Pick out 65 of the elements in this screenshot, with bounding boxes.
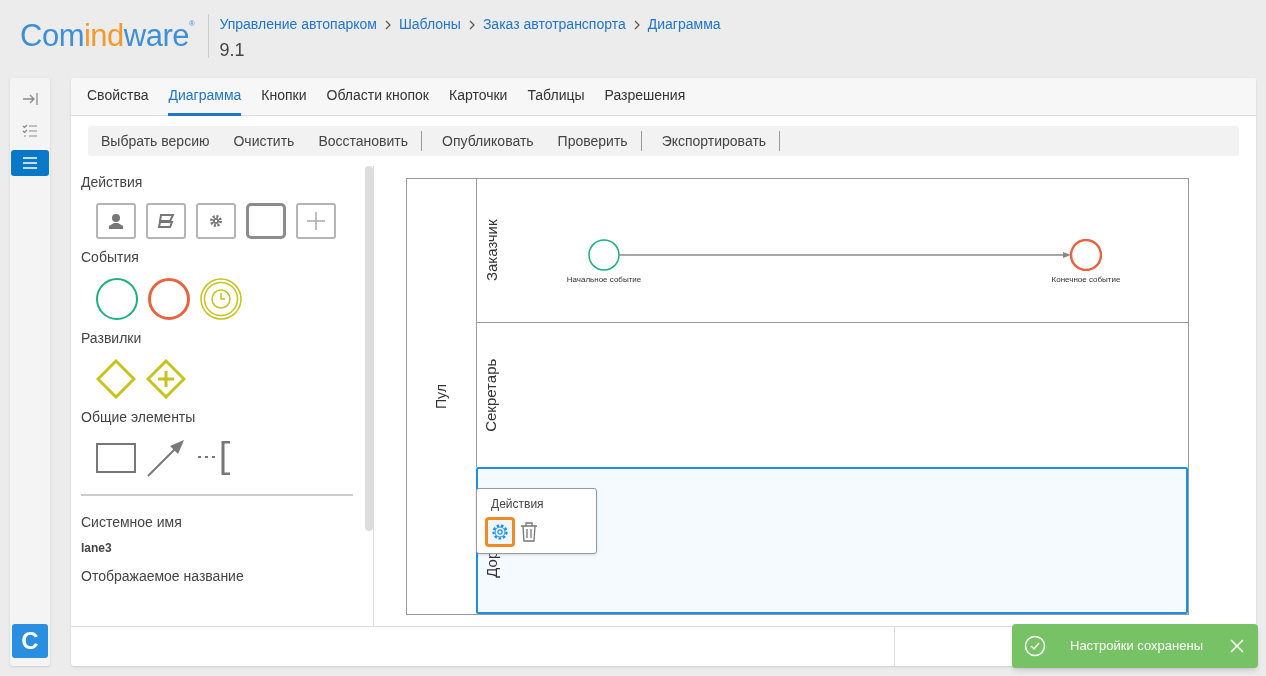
palette-section-title: События	[81, 248, 140, 267]
field-value: lane3	[81, 540, 113, 557]
breadcrumb-link[interactable]: Диаграмма	[647, 14, 721, 35]
check-circle-icon	[1024, 635, 1046, 657]
breadcrumb-link[interactable]: Заказ автотранспорта	[482, 14, 626, 35]
parallel-gateway-icon[interactable]	[146, 359, 186, 399]
delete-button[interactable]	[519, 519, 539, 544]
annotation-icon[interactable]	[196, 441, 232, 475]
version-title: 9.1	[219, 39, 246, 62]
toolbar-button[interactable]: Очистить	[233, 130, 295, 152]
start-event-icon[interactable]	[96, 278, 138, 320]
lane-label: Заказчик	[481, 219, 501, 282]
tab[interactable]: Области кнопок	[326, 78, 429, 116]
user-task-button[interactable]	[96, 203, 136, 239]
palette-section-title: Общие элементы	[81, 408, 197, 427]
palette-section-title: Развилки	[81, 329, 143, 348]
toolbar-button[interactable]: Опубликовать	[442, 130, 534, 152]
timer-event-icon[interactable]	[200, 278, 242, 320]
service-task-button[interactable]	[196, 203, 236, 239]
event-label: Начальное событие	[566, 274, 642, 286]
settings-button[interactable]	[485, 516, 515, 547]
breadcrumb-link[interactable]: Шаблоны	[398, 14, 461, 35]
lane-label: Секретарь	[481, 358, 501, 432]
toolbar-button[interactable]: Выбрать версию	[101, 130, 210, 152]
settings-icon	[491, 522, 509, 541]
end-event-icon[interactable]	[148, 278, 190, 320]
toast-message: Настройки сохранены	[1070, 637, 1203, 656]
arrow-icon[interactable]	[146, 438, 186, 478]
popup-title: Действия	[490, 495, 545, 513]
scroll-icon	[157, 214, 175, 228]
task-button[interactable]	[246, 203, 286, 239]
add-button[interactable]	[296, 203, 336, 239]
palette-section-title: Действия	[81, 173, 144, 192]
toolbar-button[interactable]: Восстановить	[318, 130, 409, 152]
breadcrumb-link[interactable]: Управление автопарком	[219, 14, 377, 35]
tab[interactable]: Свойства	[87, 78, 149, 116]
gateway-icon[interactable]	[96, 359, 136, 399]
tab[interactable]: Разрешения	[604, 78, 686, 116]
lane[interactable]: Заказчик Начальное событие Конечное событие	[476, 179, 1188, 323]
tab[interactable]: Диаграмма	[168, 78, 242, 116]
gear-icon	[209, 214, 223, 228]
close-button[interactable]	[1228, 637, 1246, 655]
tab[interactable]: Карточки	[449, 78, 508, 116]
close-icon	[1230, 639, 1244, 653]
collapse-icon	[22, 92, 38, 106]
rail-button[interactable]	[11, 150, 49, 176]
field-label: Системное имя	[81, 513, 183, 532]
event-label: Конечное событие	[1051, 274, 1121, 286]
field-label: Отображаемое название	[81, 567, 245, 585]
checklist-icon	[22, 124, 38, 138]
toolbar-button[interactable]: Проверить	[557, 130, 628, 152]
tab[interactable]: Таблицы	[527, 78, 585, 116]
script-task-button[interactable]	[146, 203, 186, 239]
menu-icon	[23, 157, 37, 169]
person-icon	[108, 213, 124, 229]
lane[interactable]: Секретарь	[476, 322, 1188, 467]
start-event	[588, 239, 620, 271]
tab[interactable]: Кнопки	[261, 78, 307, 116]
end-event	[1070, 239, 1102, 271]
rectangle-icon[interactable]	[96, 443, 136, 473]
logo: Comindware®	[20, 20, 195, 51]
pool-label: Пул	[432, 384, 450, 409]
trash-icon	[520, 521, 538, 542]
toolbar-button[interactable]: Экспортировать	[661, 130, 767, 152]
plus-icon	[306, 211, 326, 231]
